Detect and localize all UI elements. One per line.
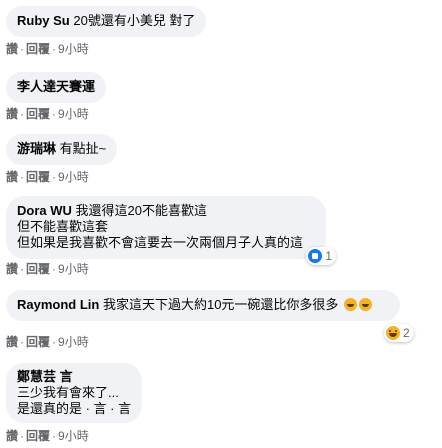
commenter-name[interactable]: Ruby Su <box>17 13 70 28</box>
comment-bubble: 游瑞琳 有點扯~ <box>6 134 118 165</box>
comment-actions: 讚 · 回覆 · 9小時 <box>6 170 89 184</box>
reply-button[interactable]: 回覆 <box>26 429 50 443</box>
comment-actions: 讚 · 回覆 · 9小時 <box>6 262 89 276</box>
comment-text: 20號還有小美兒 對了 <box>73 13 196 28</box>
comment-bubble: 李人達天賽運 <box>6 72 107 103</box>
comment-actions: 讚 · 回覆 · 9小時 <box>6 107 89 121</box>
comment-thread: Ruby Su 20號還有小美兒 對了 讚 · 回覆 · 9小時 李人達天賽運 讚 · 回覆… <box>0 0 442 448</box>
comment-1: Ruby Su 20號還有小美兒 對了 <box>6 6 207 37</box>
like-button[interactable]: 讚 <box>6 107 18 121</box>
commenter-name[interactable]: 鄭慧芸 言 <box>17 369 73 384</box>
commenter-name[interactable]: Dora WU <box>17 203 72 218</box>
reply-button[interactable]: 回覆 <box>26 262 50 276</box>
timestamp[interactable]: 9小時 <box>58 42 89 56</box>
comment-6: 鄭慧芸 言 三少我有會來了... 是還真的是 · 言 · 言 <box>6 363 143 423</box>
timestamp[interactable]: 9小時 <box>58 335 89 349</box>
comment-bubble: 鄭慧芸 言 三少我有會來了... 是還真的是 · 言 · 言 <box>6 363 143 423</box>
comment-text-line: 但不能喜歡這套 <box>17 219 109 234</box>
laughing-emoji-icon <box>359 298 373 311</box>
timestamp[interactable]: 9小時 <box>58 429 89 443</box>
reply-button[interactable]: 回覆 <box>26 107 50 121</box>
reaction-count[interactable]: 1 <box>306 247 336 265</box>
laughing-emoji-icon <box>344 298 358 311</box>
comment-bubble: Raymond Lin 我家這天下過大約10元一碗還比你多很多 <box>6 290 400 321</box>
like-reaction-icon <box>308 249 323 263</box>
timestamp[interactable]: 9小時 <box>58 107 89 121</box>
like-button[interactable]: 讚 <box>6 42 18 56</box>
comment-bubble: Ruby Su 20號還有小美兒 對了 <box>6 6 207 37</box>
reaction-number: 2 <box>403 326 410 340</box>
like-button[interactable]: 讚 <box>6 170 18 184</box>
commenter-name[interactable]: 游瑞琳 <box>17 141 56 156</box>
comment-4: Dora WU 我還得這20不能喜歡這 但不能喜歡這套 但如果是我喜歡不會這要去… <box>6 196 336 265</box>
commenter-name[interactable]: 李人達天賽運 <box>17 79 95 94</box>
reply-button[interactable]: 回覆 <box>26 170 50 184</box>
comment-5: Raymond Lin 我家這天下過大約10元一碗還比你多很多 <box>6 290 400 321</box>
comment-actions: 讚 · 回覆 · 9小時 <box>6 429 89 443</box>
comment-text-line: 但如果是我喜歡不會這要去一次兩個月子人真的這 <box>17 235 304 250</box>
comment-2: 李人達天賽運 <box>6 72 107 103</box>
timestamp[interactable]: 9小時 <box>58 170 89 184</box>
reaction-count[interactable]: 2 <box>384 324 414 342</box>
reply-button[interactable]: 回覆 <box>26 42 50 56</box>
comment-actions: 讚 · 回覆 · 9小時 <box>6 42 89 56</box>
like-button[interactable]: 讚 <box>6 262 18 276</box>
haha-reaction-icon <box>386 326 400 340</box>
comment-text: 我家這天下過大約10元一碗還比你多很多 <box>102 297 339 312</box>
reply-button[interactable]: 回覆 <box>26 335 50 349</box>
commenter-name[interactable]: Raymond Lin <box>17 297 99 312</box>
like-button[interactable]: 讚 <box>6 335 18 349</box>
comment-3: 游瑞琳 有點扯~ <box>6 134 118 165</box>
comment-text-line: 三少我有會來了... <box>17 385 119 400</box>
comment-bubble: Dora WU 我還得這20不能喜歡這 但不能喜歡這套 但如果是我喜歡不會這要去… <box>6 196 336 265</box>
comment-text-line: 是還真的是 · 言 · 言 <box>17 401 132 416</box>
comment-text: 有點扯~ <box>59 141 107 156</box>
reaction-number: 1 <box>325 249 332 263</box>
comment-actions: 讚 · 回覆 · 9小時 <box>6 335 89 349</box>
like-button[interactable]: 讚 <box>6 429 18 443</box>
timestamp[interactable]: 9小時 <box>58 262 89 276</box>
comment-text: 我還得這20不能喜歡這 <box>75 203 207 218</box>
